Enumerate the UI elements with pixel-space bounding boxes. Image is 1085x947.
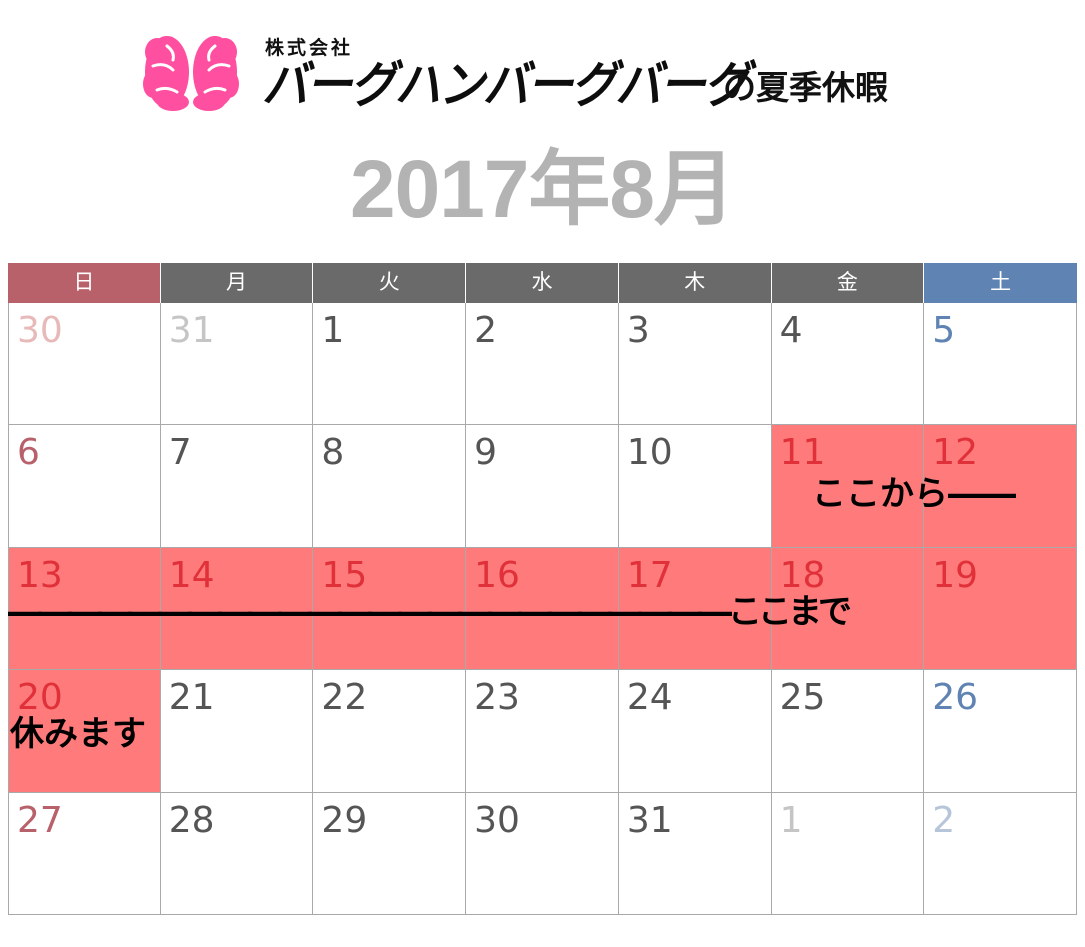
annotation-until: ――――――――――――――――――――――――ここまで xyxy=(8,592,852,632)
day-cell: 31 xyxy=(618,792,772,915)
day-number: 10 xyxy=(626,432,673,474)
day-number: 31 xyxy=(626,799,673,841)
day-cell: 27 xyxy=(8,792,161,915)
day-number: 24 xyxy=(626,677,673,719)
day-cell: 22 xyxy=(313,670,467,793)
day-cell: 1 xyxy=(313,303,467,426)
day-cell: 24 xyxy=(618,670,772,793)
weekday-header-row: 日月火水木金土 xyxy=(8,263,1077,303)
day-cell: 2 xyxy=(924,792,1077,915)
weekday-header: 日 xyxy=(8,263,161,303)
day-number: 2 xyxy=(474,310,498,351)
day-number: 26 xyxy=(932,677,979,719)
day-cell: 8 xyxy=(313,425,467,548)
month-title: 2017年8月 xyxy=(349,144,736,235)
day-cell: 31 xyxy=(160,303,314,426)
day-cell: 29 xyxy=(313,792,467,915)
day-number: 8 xyxy=(321,432,345,474)
day-number: 31 xyxy=(168,310,215,351)
day-number: 12 xyxy=(932,432,979,474)
day-cell: 28 xyxy=(160,792,314,915)
day-number: 4 xyxy=(779,310,803,351)
weekday-header: 火 xyxy=(313,263,467,303)
day-number: 25 xyxy=(779,677,826,719)
day-cell: 23 xyxy=(466,670,619,793)
day-cell: 10 xyxy=(618,425,772,548)
annotation-start: ここから―― xyxy=(812,474,1016,514)
day-number: 3 xyxy=(626,310,650,351)
day-number: 1 xyxy=(779,799,803,841)
day-cell: 2 xyxy=(466,303,619,426)
day-cell: 3 xyxy=(618,303,772,426)
weekday-header: 木 xyxy=(618,263,772,303)
day-cell: 30 xyxy=(8,303,161,426)
day-number: 2 xyxy=(932,799,956,841)
page-title-suffix: の夏季休暇 xyxy=(723,68,888,107)
day-cell: 30 xyxy=(466,792,619,915)
day-number: 11 xyxy=(779,432,826,474)
day-cell: 7 xyxy=(160,425,314,548)
company-name: バーグハンバーグバーグ xyxy=(262,56,750,114)
day-number: 7 xyxy=(168,432,192,474)
day-number: 21 xyxy=(168,677,215,719)
day-number: 28 xyxy=(168,799,215,841)
day-number: 19 xyxy=(932,554,979,596)
day-number: 5 xyxy=(932,310,956,351)
day-cell: 26 xyxy=(924,670,1077,793)
day-number: 1 xyxy=(321,310,345,351)
day-cell: 9 xyxy=(466,425,619,548)
day-number: 30 xyxy=(474,799,520,841)
brain-icon xyxy=(143,34,239,112)
day-number: 29 xyxy=(321,799,368,841)
annotation-rest: 休みます xyxy=(10,714,146,754)
calendar: 日月火水木金土 30 31 1 2 3 4 5 6 7 8 9 10 11 12 13 14 15 16 17 18 1… xyxy=(8,263,1077,915)
weekday-header: 水 xyxy=(466,263,619,303)
day-number: 23 xyxy=(474,677,520,719)
day-number: 6 xyxy=(17,432,40,474)
day-cell: 4 xyxy=(771,303,925,426)
day-cell: 21 xyxy=(160,670,314,793)
day-cell: 25 xyxy=(771,670,925,793)
day-number: 27 xyxy=(17,799,63,841)
day-number: 22 xyxy=(321,677,368,719)
day-cell: 5 xyxy=(924,303,1077,426)
header: 株式会社 バーグハンバーグバーグ の夏季休暇 xyxy=(0,0,1085,125)
weekday-header: 土 xyxy=(924,263,1077,303)
weekday-header: 金 xyxy=(771,263,925,303)
day-cell: 19 xyxy=(924,547,1077,671)
day-number: 9 xyxy=(474,432,498,474)
day-number: 30 xyxy=(17,310,63,351)
day-cell: 1 xyxy=(771,792,925,915)
weekday-header: 月 xyxy=(160,263,314,303)
day-cell: 6 xyxy=(8,425,161,548)
